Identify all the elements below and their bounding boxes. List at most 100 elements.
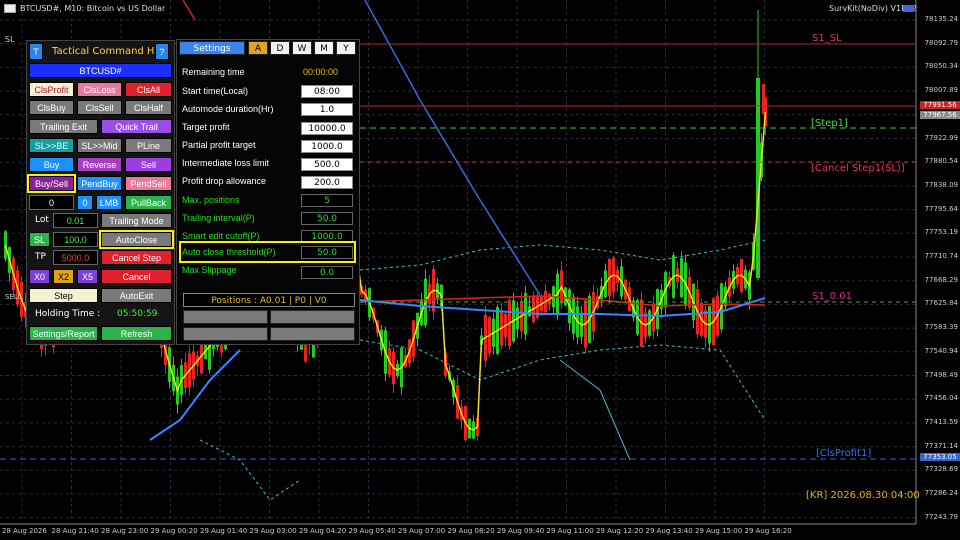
time-tick: 29 Aug 03:00 [249,527,297,535]
num0a-field[interactable]: 0 [29,195,74,210]
price-tick: 77456.04 [924,394,958,403]
positions-display: Positions : A0.01 | P0 | V0 [183,293,355,307]
tp-field[interactable]: 5000.0 [53,250,98,265]
action-slot-4[interactable] [270,327,355,341]
time-tick: 29 Aug 07:00 [398,527,446,535]
clshalf-button[interactable]: ClsHalf [125,100,172,115]
time-tick: 29 Aug 05:40 [348,527,396,535]
pendbuy-button[interactable]: PendBuy [77,176,122,191]
tab-w[interactable]: W [292,41,312,55]
profit-drop-field[interactable]: 200.0 [301,176,353,189]
time-tick: 29 Aug 11:00 [546,527,594,535]
target-profit-field[interactable]: 10000.0 [301,122,353,135]
buy-button[interactable]: Buy [29,157,74,172]
reverse-button[interactable]: Reverse [77,157,122,172]
tab-a[interactable]: A [248,41,268,55]
partial-profit-field[interactable]: 1000.0 [301,140,353,153]
help-button[interactable]: ? [155,43,169,60]
autoclose-button[interactable]: AutoClose [99,230,174,249]
s1-001-label: S1_0.01 [812,291,852,302]
hat-icon [903,5,914,12]
price-tick: 77413.59 [924,417,958,426]
buysell-button[interactable]: Buy/Sell [27,174,76,193]
window-icon [4,4,16,13]
cancel-button[interactable]: Cancel [101,269,172,284]
sl-mid-button[interactable]: SL>>Mid [77,138,122,153]
time-tick: 29 Aug 01:40 [200,527,248,535]
automode-duration-field[interactable]: 1.0 [301,103,353,116]
lmb-button[interactable]: LMB [96,195,122,210]
upper-band [359,239,766,271]
time-tick: 28 Aug 2026 [2,527,47,535]
x5-button[interactable]: X5 [77,269,98,284]
auto-close-label: Auto close threshold(P) [182,247,276,257]
intermediate-loss-field[interactable]: 500.0 [301,158,353,171]
trailing-interval-label: Trailing interval(P) [182,213,255,223]
target-profit-label: Target profit [182,122,230,132]
tab-settings[interactable]: Settings [179,41,245,55]
pline-button[interactable]: PLine [125,138,172,153]
price-tick: 77880.54 [924,157,958,166]
price-tick: 78050.34 [924,62,958,71]
trailing-exit-button[interactable]: Trailing Exit [29,119,98,134]
price-tick: 77753.19 [924,228,958,237]
remaining-time-value: 00:00:00 [303,67,339,77]
trailing-interval-field[interactable]: 50.0 [301,212,353,225]
settings-report-button[interactable]: Settings/Report [29,326,98,341]
x0-button[interactable]: X0 [29,269,50,284]
sell-left-label: SELL [5,293,22,301]
trailing-mode-button[interactable]: Trailing Mode [101,213,172,228]
remaining-time-label: Remaining time [182,67,245,77]
step-button[interactable]: Step [29,288,98,303]
sl-button[interactable]: SL [29,232,50,247]
price-tag: 77353.05 [920,453,960,461]
hub-title: Tactical Command Hub [52,46,168,57]
price-tick: 77243.79 [924,512,958,521]
quick-trail-button[interactable]: Quick Trail [101,119,172,134]
clsbuy-button[interactable]: ClsBuy [29,100,74,115]
chart-title: BTCUSD#, M10: Bitcoin vs US Dollar [20,4,166,13]
cancel-step-button[interactable]: Cancel Step [101,250,172,265]
refresh-button[interactable]: Refresh [101,326,172,341]
price-tag: 77967.56 [920,111,960,119]
num0b-button[interactable]: 0 [77,195,93,210]
action-slot-1[interactable] [183,310,268,324]
price-tick: 77328.69 [924,465,958,474]
pullback-button[interactable]: PullBack [125,195,172,210]
sell-button[interactable]: Sell [125,157,172,172]
sl-be-button[interactable]: SL>>BE [29,138,74,153]
action-slot-3[interactable] [183,327,268,341]
price-tick: 78135.24 [924,15,958,23]
max-slippage-field[interactable]: 0.0 [301,266,353,279]
start-time-field[interactable]: 08:00 [301,85,353,98]
clssell-button[interactable]: ClsSell [77,100,122,115]
time-tick: 29 Aug 09:40 [497,527,545,535]
price-tick: 77371.14 [924,441,958,450]
pendsell-button[interactable]: PendSell [125,176,172,191]
clsprofit-button[interactable]: ClsProfit [29,82,74,97]
clsall-button[interactable]: ClsAll [125,82,172,97]
autoexit-button[interactable]: AutoExit [101,288,172,303]
cancel-step-label: [Cancel Step1(SL)] [811,163,905,174]
price-tick: 77795.64 [924,204,958,213]
time-tick: 29 Aug 13:40 [645,527,693,535]
clsloss-button[interactable]: ClsLoss [77,82,122,97]
x2-button[interactable]: X2 [53,269,74,284]
price-tick: 77838.09 [924,180,958,189]
start-time-label: Start time(Local) [182,86,249,96]
time-tick: 28 Aug 23:00 [101,527,149,535]
tab-d[interactable]: D [270,41,290,55]
command-hub-panel: T Tactical Command Hub ? BTCUSD# ClsProf… [26,40,175,345]
red-diagonal [182,0,196,21]
max-positions-field[interactable]: 5 [301,194,353,207]
tab-m[interactable]: M [314,41,334,55]
auto-close-field[interactable]: 50.0 [301,246,353,259]
tab-y[interactable]: Y [336,41,356,55]
tp-label: TP [35,252,46,262]
sl-field[interactable]: 100.0 [53,232,98,247]
price-tick: 78007.89 [924,86,958,95]
profit-drop-label: Profit drop allowance [182,176,267,186]
hub-toggle-button[interactable]: T [29,43,43,60]
lot-field[interactable]: 0.01 [53,213,98,228]
action-slot-2[interactable] [270,310,355,324]
